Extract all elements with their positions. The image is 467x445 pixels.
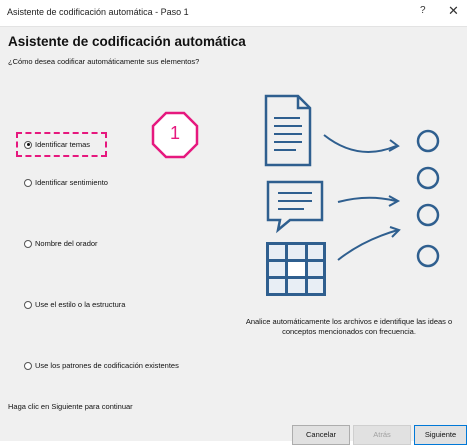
auto-code-wizard-dialog: Asistente de codificación automática - P… [0, 0, 467, 445]
option-label: Identificar temas [35, 140, 91, 149]
table-icon [266, 242, 326, 296]
option-label: Use el estilo o la estructura [35, 300, 126, 309]
cancel-button[interactable]: Cancelar [292, 425, 350, 445]
title-bar: Asistente de codificación automática - P… [0, 0, 467, 27]
option-description: Analice automáticamente los archivos e i… [245, 317, 453, 336]
option-identificar-temas[interactable]: Identificar temas [24, 140, 90, 149]
radio-unchecked[interactable] [24, 178, 32, 187]
question-text: ¿Cómo desea codificar automáticamente su… [8, 57, 200, 66]
radio-unchecked[interactable] [24, 239, 32, 248]
document-icon [264, 94, 312, 167]
option-label: Nombre del orador [35, 239, 98, 248]
back-button[interactable]: Atrás [353, 425, 411, 445]
option-identificar-sentimiento[interactable]: Identificar sentimiento [24, 178, 108, 187]
illustration [264, 94, 440, 296]
option-patrones-codificacion[interactable]: Use los patrones de codificación existen… [24, 361, 179, 370]
option-estilo-estructura[interactable]: Use el estilo o la estructura [24, 300, 125, 309]
arrow-icon [323, 134, 401, 261]
next-button[interactable]: Siguiente [414, 425, 467, 445]
radio-checked[interactable] [24, 140, 32, 149]
option-label: Use los patrones de codificación existen… [35, 361, 179, 370]
step-number: 1 [169, 123, 180, 143]
circle-icon [416, 129, 440, 268]
help-button[interactable]: ? [420, 5, 426, 16]
chat-icon [266, 180, 324, 234]
page-title: Asistente de codificación automática [8, 34, 246, 49]
window-title: Asistente de codificación automática - P… [7, 7, 189, 17]
close-button[interactable]: ✕ [448, 3, 459, 19]
option-nombre-orador[interactable]: Nombre del orador [24, 239, 98, 248]
radio-unchecked[interactable] [24, 300, 32, 309]
option-label: Identificar sentimiento [35, 178, 108, 187]
radio-unchecked[interactable] [24, 361, 32, 370]
continue-hint: Haga clic en Siguiente para continuar [8, 402, 133, 411]
